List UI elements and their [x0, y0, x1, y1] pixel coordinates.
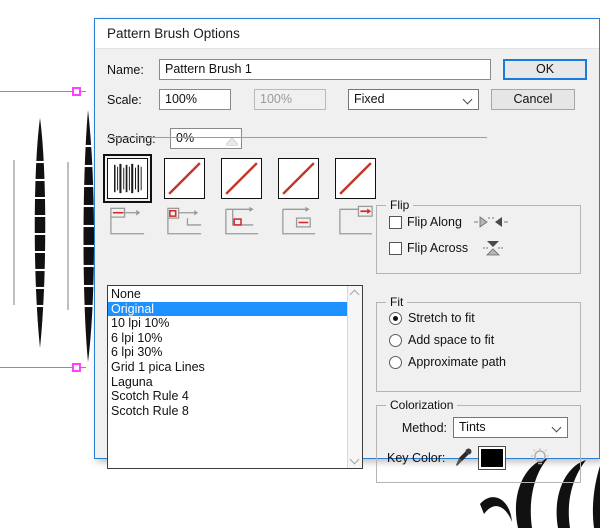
tile-slot-outer-corner	[164, 158, 205, 244]
flip-across-row[interactable]: Flip Across	[389, 238, 580, 258]
flip-group: Flip Flip Along Flip Across	[376, 198, 581, 274]
scale-label: Scale:	[107, 92, 142, 107]
brush-name-input[interactable]: Pattern Brush 1	[159, 59, 491, 80]
scale-input[interactable]: 100%	[159, 89, 231, 110]
chevron-down-icon	[464, 95, 473, 104]
inner-corner-tile-button[interactable]	[221, 158, 262, 199]
fit-option-add-space[interactable]: Add space to fit	[389, 333, 580, 347]
pattern-swatch-list[interactable]: None Original 10 lpi 10% 6 lpi 10% 6 lpi…	[107, 285, 363, 469]
end-tile-connector-icon	[339, 205, 373, 235]
list-item[interactable]: None	[108, 287, 347, 302]
colorization-method-value: Tints	[459, 420, 486, 434]
colorization-method-select[interactable]: Tints	[453, 417, 568, 438]
dialog-title: Pattern Brush Options	[107, 26, 240, 41]
name-label: Name:	[107, 62, 144, 77]
tile-slot-end	[335, 158, 376, 244]
fit-stretch-label: Stretch to fit	[408, 311, 475, 325]
end-tile-button[interactable]	[335, 158, 376, 199]
inner-corner-connector-icon	[225, 206, 259, 235]
scale-slider-thumb[interactable]	[226, 138, 238, 145]
method-row: Method: Tints	[387, 417, 580, 438]
fit-group: Fit Stretch to fit Add space to fit Appr…	[376, 295, 581, 392]
guide-anchor-top	[72, 87, 81, 96]
flip-along-row[interactable]: Flip Along	[389, 215, 580, 229]
fit-approximate-radio[interactable]	[389, 355, 402, 369]
fit-add-space-radio[interactable]	[389, 333, 402, 347]
dialog-body: Name: Pattern Brush 1 OK Scale: 100% 100…	[95, 49, 599, 483]
scale-secondary-input: 100%	[254, 89, 326, 110]
side-tile-button[interactable]	[103, 154, 152, 203]
flip-across-label: Flip Across	[407, 241, 469, 255]
pattern-list-scrollbar[interactable]	[347, 286, 362, 468]
start-tile-button[interactable]	[278, 158, 319, 199]
tile-slot-inner-corner	[221, 158, 262, 244]
scroll-down-icon[interactable]	[351, 454, 360, 463]
pattern-brush-options-dialog: Pattern Brush Options Name: Pattern Brus…	[94, 18, 600, 483]
tile-slot-start	[278, 158, 319, 244]
side-tile-connector-icon	[110, 207, 145, 235]
diagonal-line-swatch-icon	[282, 162, 315, 195]
colorization-group: Colorization Method: Tints Key Color:	[376, 398, 581, 483]
colorization-group-legend: Colorization	[386, 398, 458, 412]
list-item[interactable]: 6 lpi 30%	[108, 345, 347, 360]
tile-slot-side	[103, 154, 152, 244]
scale-mode-value: Fixed	[354, 92, 385, 106]
scale-slider-track	[107, 137, 487, 138]
key-color-label: Key Color:	[387, 451, 446, 465]
start-tile-connector-icon	[282, 206, 316, 235]
method-label: Method:	[401, 420, 447, 435]
diagonal-line-swatch-icon	[339, 162, 372, 195]
flip-along-checkbox[interactable]	[389, 215, 402, 229]
flip-along-label: Flip Along	[407, 215, 462, 229]
list-item[interactable]: Original	[108, 301, 347, 317]
fit-option-approximate[interactable]: Approximate path	[389, 355, 580, 369]
flip-across-checkbox[interactable]	[389, 241, 402, 255]
scale-row: Scale: 100% 100% Fixed Cancel	[107, 89, 587, 110]
outer-corner-tile-button[interactable]	[164, 158, 205, 199]
fit-group-legend: Fit	[386, 295, 408, 309]
scroll-up-icon[interactable]	[351, 291, 360, 300]
key-color-row: Key Color:	[387, 446, 580, 470]
pattern-list-items: None Original 10 lpi 10% 6 lpi 10% 6 lpi…	[108, 286, 347, 468]
ok-button[interactable]: OK	[503, 59, 587, 80]
list-item[interactable]: 6 lpi 10%	[108, 331, 347, 346]
fit-approximate-label: Approximate path	[408, 355, 506, 369]
eyedropper-icon[interactable]	[453, 447, 473, 469]
fit-stretch-radio[interactable]	[389, 311, 402, 325]
fit-option-stretch[interactable]: Stretch to fit	[389, 311, 580, 325]
name-row: Name: Pattern Brush 1 OK	[107, 59, 587, 80]
list-item[interactable]: Laguna	[108, 375, 347, 390]
cancel-button[interactable]: Cancel	[491, 89, 575, 110]
diagonal-line-swatch-icon	[168, 162, 201, 195]
lightbulb-icon[interactable]	[531, 448, 549, 468]
scale-mode-select[interactable]: Fixed	[348, 89, 479, 110]
flip-group-legend: Flip	[386, 198, 414, 212]
flip-across-icon	[483, 241, 504, 256]
chevron-down-icon	[553, 423, 562, 432]
artwork-brush-strokes	[13, 110, 94, 362]
dialog-titlebar: Pattern Brush Options	[95, 19, 599, 49]
flip-along-icon	[474, 216, 508, 228]
scale-slider[interactable]	[107, 137, 487, 149]
outer-corner-connector-icon	[167, 207, 202, 235]
list-item[interactable]: Scotch Rule 8	[108, 404, 347, 419]
list-item[interactable]: 10 lpi 10%	[108, 316, 347, 331]
hatch-pattern-swatch-icon	[111, 162, 144, 195]
diagonal-line-swatch-icon	[225, 162, 258, 195]
fit-add-space-label: Add space to fit	[408, 333, 495, 347]
key-color-swatch[interactable]	[478, 446, 507, 470]
list-item[interactable]: Scotch Rule 4	[108, 389, 347, 404]
list-item[interactable]: Grid 1 pica Lines	[108, 360, 347, 375]
